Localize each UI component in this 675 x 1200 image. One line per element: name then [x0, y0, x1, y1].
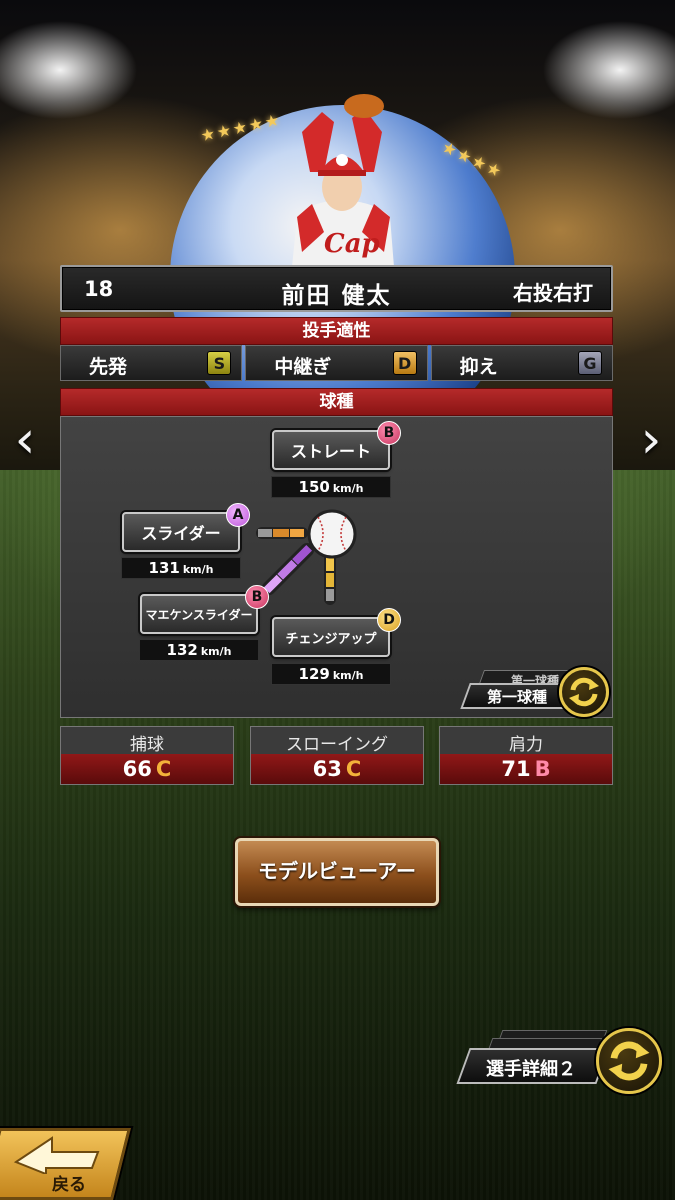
speed-value: 129	[298, 665, 330, 683]
aptitude-label: 先発	[89, 356, 128, 378]
stat-value-row: 63 C	[251, 757, 423, 781]
pitch-speed: 132 km/h	[139, 639, 259, 661]
speed-value: 132	[166, 641, 198, 659]
pitch-maeken-slider-button[interactable]: マエケンスライダー	[140, 594, 258, 634]
stat-value-row: 66 C	[61, 757, 233, 781]
stat-throwing: スローイング 63 C	[250, 726, 424, 785]
stat-rank: B	[534, 757, 551, 781]
throw-bat-handedness: 右投右打	[513, 281, 593, 305]
back-arrow-icon	[13, 1136, 100, 1174]
stat-catching: 捕球 66 C	[60, 726, 234, 785]
stat-value: 66	[122, 757, 152, 781]
player-portrait: Cap	[292, 94, 394, 267]
pitch-slider-button[interactable]: スライダー	[122, 512, 240, 552]
pitch-speed: 131 km/h	[121, 557, 241, 579]
aptitude-label: 抑え	[459, 356, 498, 378]
speed-unit: km/h	[332, 669, 364, 682]
maeken-slider-direction-bar	[261, 542, 315, 596]
player-header: 18 前田 健太 右投右打	[60, 265, 613, 312]
speed-unit: km/h	[332, 482, 364, 495]
pitch-straight-button[interactable]: ストレート	[272, 430, 390, 470]
aptitude-middle-relief: 中継ぎ D	[245, 345, 428, 381]
model-viewer-button[interactable]: モデルビューアー	[235, 838, 439, 906]
aptitude-row: 先発 S 中継ぎ D 抑え G	[60, 345, 613, 381]
stat-label: 捕球	[130, 735, 164, 755]
chevron-right-icon[interactable]: ›	[634, 410, 668, 470]
chevron-left-icon[interactable]: ‹	[8, 410, 42, 470]
changeup-direction-bar	[324, 553, 336, 605]
pitch-speed: 150 km/h	[271, 476, 391, 498]
pitch-speed: 129 km/h	[271, 663, 391, 685]
svg-text:Cap: Cap	[324, 229, 380, 259]
back-label: 戻る	[52, 1175, 86, 1195]
stat-label: 肩力	[509, 735, 543, 755]
stat-label: スローイング	[286, 735, 388, 755]
aptitude-label: 中継ぎ	[274, 356, 332, 378]
aptitude-grade-badge: G	[577, 351, 602, 375]
first-pitch-label: 第一球種	[486, 688, 547, 706]
stat-value: 63	[312, 757, 342, 781]
pitch-grade-badge: B	[377, 421, 401, 445]
aptitude-grade-badge: D	[392, 351, 417, 375]
aptitude-closer: 抑え G	[430, 345, 613, 381]
speed-unit: km/h	[200, 645, 232, 658]
baseball-icon	[307, 509, 357, 559]
pitch-types-title: 球種	[60, 388, 613, 416]
aptitude-title: 投手適性	[60, 317, 613, 345]
pitch-grade-badge: D	[377, 608, 401, 632]
stat-arm-strength: 肩力 71 B	[439, 726, 613, 785]
speed-value: 150	[298, 478, 330, 496]
speed-value: 131	[148, 559, 180, 577]
stat-value: 71	[501, 757, 531, 781]
pitch-grade-badge: B	[245, 585, 269, 609]
pitch-grade-badge: A	[226, 503, 250, 527]
aptitude-grade-badge: S	[207, 351, 232, 375]
slider-direction-bar	[256, 527, 308, 539]
pitch-changeup-button[interactable]: チェンジアップ	[272, 617, 390, 657]
aptitude-starter: 先発 S	[60, 345, 243, 381]
stat-value-row: 71 B	[440, 757, 612, 781]
speed-unit: km/h	[182, 563, 214, 576]
swap-cycle-icon[interactable]	[596, 1028, 662, 1094]
swap-cycle-icon[interactable]	[559, 667, 609, 717]
stat-rank: C	[345, 757, 362, 781]
stat-rank: C	[155, 757, 172, 781]
player-detail-label: 選手詳細２	[486, 1059, 576, 1080]
